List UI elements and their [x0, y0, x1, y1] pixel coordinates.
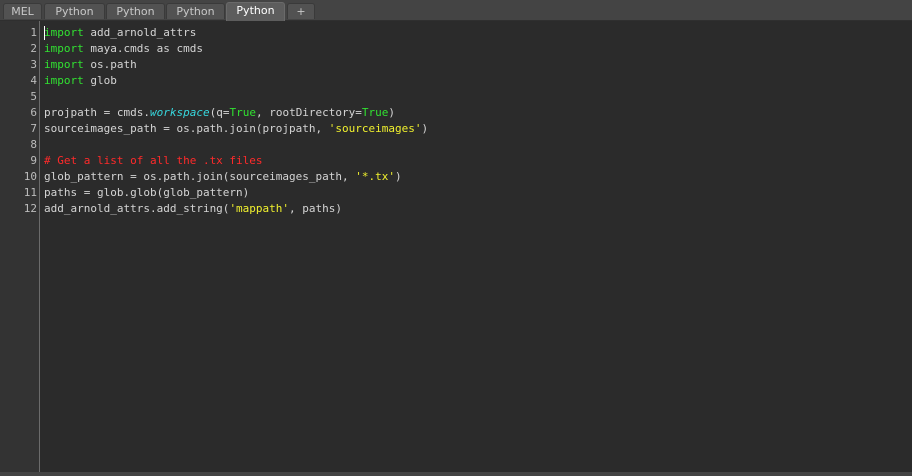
tab-python-2[interactable]: Python [106, 3, 165, 19]
code-line[interactable]: # Get a list of all the .tx files [44, 153, 263, 169]
line-number-gutter: 1 2 3 4 5 6 7 8 9 10 11 12 [0, 21, 40, 472]
code-line[interactable]: glob_pattern = os.path.join(sourceimages… [44, 169, 402, 185]
line-number: 10 [23, 170, 37, 183]
code-token: ) [395, 170, 402, 183]
code-line[interactable]: paths = glob.glob(glob_pattern) [44, 185, 249, 201]
code-token: True [361, 106, 389, 119]
line-number: 7 [30, 122, 37, 135]
code-token: import [44, 58, 84, 71]
line-number: 9 [30, 154, 37, 167]
code-text-area[interactable]: import add_arnold_attrs import maya.cmds … [40, 21, 912, 472]
line-number: 5 [30, 90, 37, 103]
code-token: workspace [149, 106, 210, 119]
code-token: , rootDirectory= [255, 106, 362, 119]
code-token: , paths) [289, 202, 343, 215]
tab-python-1[interactable]: Python [44, 3, 105, 19]
line-number: 3 [30, 58, 37, 71]
code-line[interactable]: import maya.cmds as cmds [44, 41, 203, 57]
code-line[interactable]: import add_arnold_attrs [44, 25, 196, 41]
line-number: 4 [30, 74, 37, 87]
code-token: projpath = cmds. [44, 106, 150, 119]
code-token: import [44, 26, 84, 39]
code-token: ) [388, 106, 396, 119]
code-token: os.path [83, 58, 137, 71]
code-token: '*.tx' [355, 170, 396, 183]
tab-python-4-active[interactable]: Python [226, 2, 285, 21]
line-number: 12 [23, 202, 37, 215]
code-token: glob_pattern = os.path.join(sourceimages… [44, 170, 356, 183]
code-token: 'sourceimages' [328, 122, 422, 135]
tab-mel[interactable]: MEL [3, 3, 42, 19]
line-number: 11 [23, 186, 37, 199]
script-tab-bar: MEL Python Python Python Python + [0, 0, 912, 21]
code-token: ) [421, 122, 429, 135]
line-number: 8 [30, 138, 37, 151]
code-token: (q= [209, 106, 230, 119]
code-token: import [44, 74, 84, 87]
code-line[interactable]: projpath = cmds.workspace(q=True, rootDi… [44, 105, 395, 121]
add-tab-button[interactable]: + [287, 3, 315, 19]
code-token: # Get a list of all the .tx files [44, 154, 263, 167]
code-token: 'mappath' [229, 202, 290, 215]
code-token: import [44, 42, 84, 55]
code-editor[interactable]: 1 2 3 4 5 6 7 8 9 10 11 12 import add_arnold_attrs i… [0, 21, 912, 472]
tab-python-3[interactable]: Python [166, 3, 225, 19]
script-editor-window: MEL Python Python Python Python + 123456… [0, 0, 912, 476]
code-token: add_arnold_attrs [83, 26, 197, 39]
line-number: 2 [30, 42, 37, 55]
code-token: maya.cmds as cmds [83, 42, 203, 55]
code-line[interactable]: sourceimages_path = os.path.join(projpat… [44, 121, 428, 137]
line-number: 6 [30, 106, 37, 119]
line-number: 1 [30, 26, 37, 39]
code-token: glob [83, 74, 117, 87]
code-token: sourceimages_path = os.path.join(projpat… [44, 122, 329, 135]
code-token: add_arnold_attrs.add_string( [44, 202, 230, 215]
code-line[interactable]: import glob [44, 73, 117, 89]
bottom-border [0, 472, 912, 476]
code-token: paths = glob.glob(glob_pattern) [44, 186, 250, 199]
code-line[interactable]: add_arnold_attrs.add_string('mappath', p… [44, 201, 342, 217]
text-caret [44, 26, 45, 40]
code-line[interactable]: import os.path [44, 57, 137, 73]
code-token: True [229, 106, 256, 119]
